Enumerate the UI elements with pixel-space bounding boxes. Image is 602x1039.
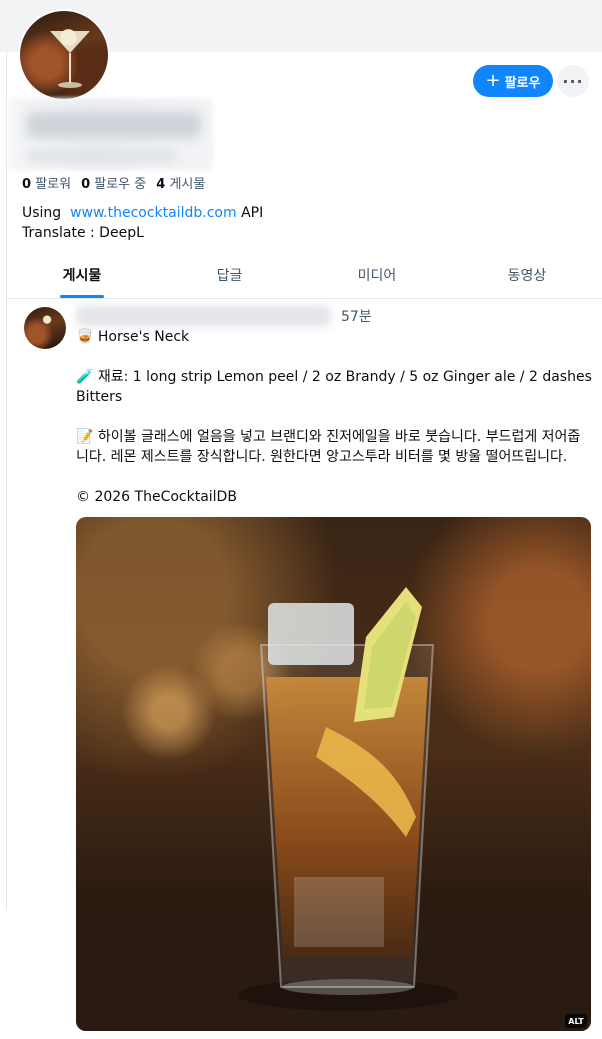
cocktail-glass-image (50, 31, 90, 88)
following-label: 팔로우 중 (94, 177, 147, 192)
column-divider (6, 52, 7, 910)
tab-posts-label: 게시물 (62, 268, 102, 284)
tab-media-label: 미디어 (357, 268, 397, 284)
highball-cocktail-image (76, 587, 591, 1031)
bio-prefix: Using (22, 205, 62, 221)
posts-label: 게시물 (169, 177, 206, 192)
profile-bio: Using www.thecocktaildb.com API Translat… (22, 203, 263, 243)
more-options-button[interactable]: ··· (557, 65, 589, 97)
ellipsis-icon: ··· (562, 71, 584, 91)
post-ingredients: 🧪 재료: 1 long strip Lemon peel / 2 oz Bra… (76, 369, 592, 405)
following-stat[interactable]: 0 팔로우 중 (81, 173, 146, 192)
profile-avatar[interactable] (18, 9, 110, 101)
profile-stats: 0 팔로워 0 팔로우 중 4 게시물 (22, 173, 205, 192)
posts-stat: 4 게시물 (156, 173, 205, 192)
bio-line-2: Translate : DeepL (22, 225, 144, 241)
post-text: 🥃 Horse's Neck 🧪 재료: 1 long strip Lemon … (76, 327, 592, 507)
followers-count: 0 (22, 177, 32, 192)
post-copyright: © 2026 TheCocktailDB (76, 489, 237, 505)
tab-replies[interactable]: 답글 (157, 256, 302, 298)
post-title: 🥃 Horse's Neck (76, 329, 190, 345)
active-tab-indicator (60, 295, 104, 298)
bio-suffix: API (241, 205, 264, 221)
followers-stat[interactable]: 0 팔로워 (22, 173, 71, 192)
posts-count: 4 (156, 177, 166, 192)
post-instructions: 📝 하이볼 글래스에 얼음을 넣고 브랜디와 진저에일을 바로 붓습니다. 부드… (76, 429, 581, 465)
profile-tabs: 게시물 답글 미디어 동영상 (7, 256, 602, 299)
post-image[interactable] (76, 517, 591, 1031)
post-author-avatar[interactable] (24, 307, 66, 349)
blurred-display-name (8, 98, 213, 170)
bio-link[interactable]: www.thecocktaildb.com (70, 205, 237, 221)
following-count: 0 (81, 177, 91, 192)
tab-videos[interactable]: 동영상 (452, 256, 602, 298)
bio-line-1: Using www.thecocktaildb.com API (22, 203, 263, 223)
follow-button-label: 팔로우 (504, 75, 541, 91)
tab-posts[interactable]: 게시물 (7, 256, 157, 298)
tab-media[interactable]: 미디어 (302, 256, 452, 298)
follow-button[interactable]: + 팔로우 (473, 65, 553, 97)
plus-icon: + (485, 70, 501, 91)
tab-replies-label: 답글 (216, 268, 243, 284)
tab-videos-label: 동영상 (507, 268, 547, 284)
post-timestamp[interactable]: 57분 (341, 306, 372, 326)
alt-text-badge[interactable]: ALT (565, 1014, 587, 1028)
blurred-post-author (76, 305, 331, 327)
followers-label: 팔로워 (35, 177, 72, 192)
